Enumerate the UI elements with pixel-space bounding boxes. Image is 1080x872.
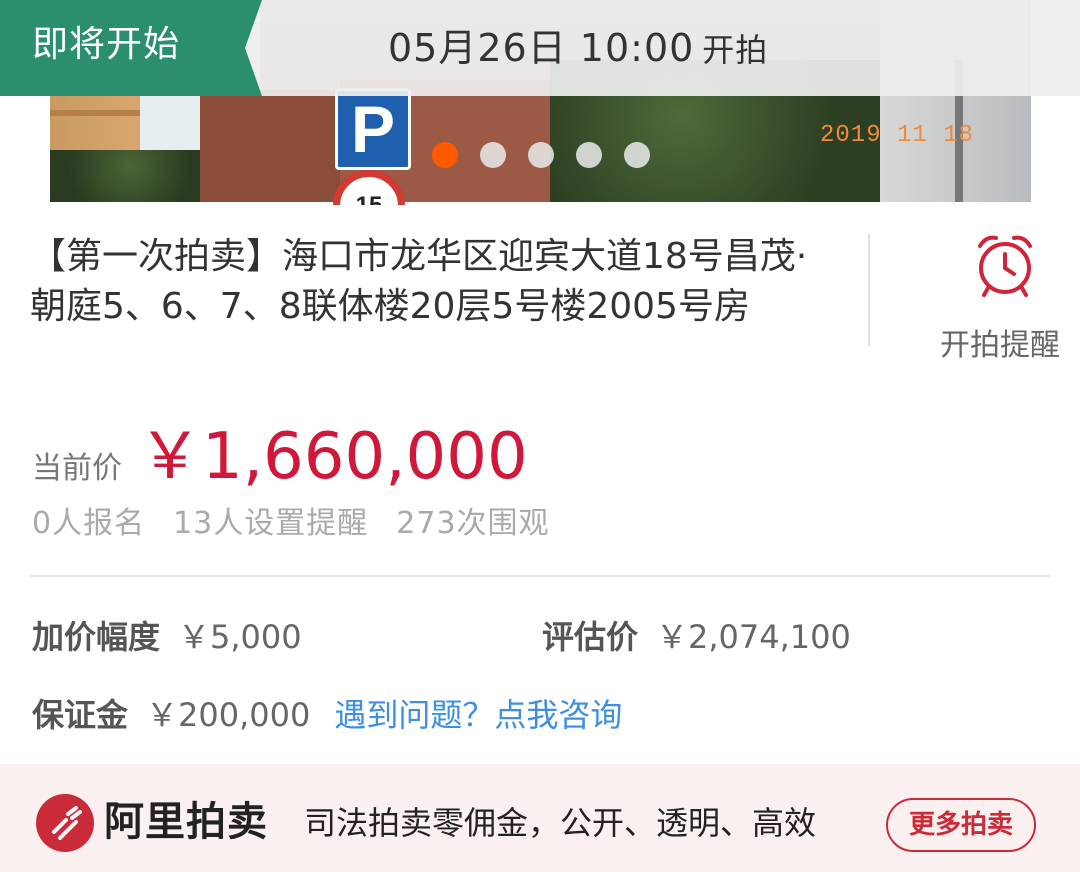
- deposit-label: 保证金: [32, 696, 129, 734]
- appraisal-label: 评估价: [542, 618, 639, 656]
- signup-count: 0人报名: [32, 506, 146, 541]
- price-value: ￥1,660,000: [138, 420, 528, 494]
- carousel-dot[interactable]: [528, 142, 554, 168]
- status-badge: 即将开始: [0, 0, 262, 96]
- image-carousel[interactable]: 2019 11 18 P 15 即将开始 05月26日 10:00开拍: [0, 0, 1080, 205]
- deposit-value: ￥200,000: [146, 696, 311, 734]
- appraisal-price: 评估价 ￥2,074,100: [542, 612, 851, 658]
- auction-title: 【第一次拍卖】海口市龙华区迎宾大道18号昌茂·朝庭5、6、7、8联体楼20层5号…: [30, 236, 808, 327]
- reminder-count: 13人设置提醒: [173, 506, 369, 541]
- carousel-dot[interactable]: [480, 142, 506, 168]
- increment-label: 加价幅度: [32, 618, 161, 656]
- more-auctions-button[interactable]: 更多拍卖: [886, 798, 1036, 852]
- section-divider: [30, 575, 1050, 577]
- remind-button[interactable]: 开拍提醒: [930, 230, 1080, 364]
- price-label: 当前价: [32, 451, 122, 486]
- deposit: 保证金 ￥200,000 遇到问题？点我咨询: [32, 690, 622, 736]
- carousel-dot[interactable]: [576, 142, 602, 168]
- auction-stats: 0人报名 13人设置提醒 273次围观: [32, 498, 550, 542]
- photo-date-stamp: 2019 11 18: [820, 122, 975, 149]
- start-time-value: 05月26日 10:00: [388, 26, 695, 70]
- bid-increment: 加价幅度 ￥5,000: [32, 612, 302, 658]
- ali-auction-logo-icon: [36, 794, 94, 852]
- carousel-dot[interactable]: [432, 142, 458, 168]
- alarm-clock-icon: [978, 235, 1032, 297]
- appraisal-value: ￥2,074,100: [656, 618, 851, 656]
- brand-slogan: 司法拍卖零佣金，公开、透明、高效: [304, 804, 817, 842]
- start-time-suffix: 开拍: [702, 31, 769, 69]
- parking-sign: P: [335, 88, 411, 170]
- current-price: 当前价 ￥1,660,000: [32, 405, 528, 494]
- brand-name: 阿里拍卖: [104, 799, 268, 845]
- carousel-indicator: [432, 142, 650, 168]
- photo-building-mid: [200, 90, 340, 202]
- consult-link[interactable]: 遇到问题？点我咨询: [334, 690, 622, 736]
- auction-start-time: 05月26日 10:00 开拍: [388, 0, 768, 96]
- carousel-dot[interactable]: [624, 142, 650, 168]
- increment-value: ￥5,000: [178, 618, 302, 656]
- photo-trees-left: [50, 150, 210, 202]
- vertical-divider: [868, 234, 870, 346]
- remind-label: 开拍提醒: [940, 328, 1060, 363]
- view-count: 273次围观: [396, 506, 550, 541]
